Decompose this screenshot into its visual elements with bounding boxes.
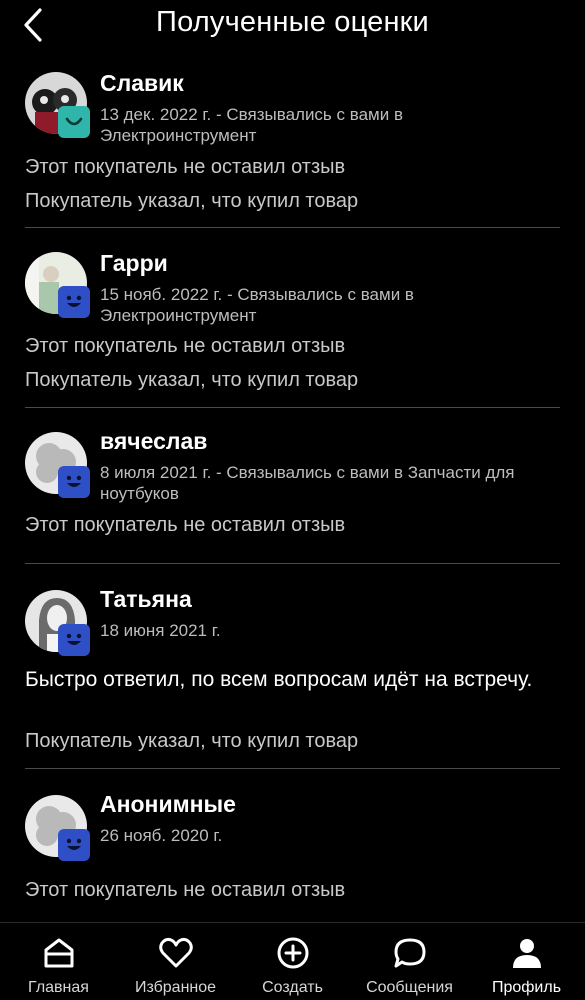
reviews-list: Славик 13 дек. 2022 г. - Связывались с в… xyxy=(0,52,585,924)
avatar[interactable] xyxy=(25,432,91,498)
avatar[interactable] xyxy=(25,72,91,138)
user-icon xyxy=(512,939,541,968)
reviewer-name[interactable]: вячеслав xyxy=(100,428,207,455)
reviewer-name[interactable]: Татьяна xyxy=(100,586,192,613)
smile-badge-icon xyxy=(58,829,90,861)
purchase-note: Покупатель указал, что купил товар xyxy=(25,730,359,752)
reviewer-name[interactable]: Анонимные xyxy=(100,791,236,818)
review-item[interactable]: Татьяна 18 июня 2021 г. Быстро ответил, … xyxy=(25,564,560,769)
review-meta: 13 дек. 2022 г. - Связывались с вами в Э… xyxy=(100,105,403,145)
no-review-text: Этот покупатель не оставил отзыв xyxy=(25,879,346,901)
smile-badge-icon xyxy=(58,286,90,318)
heart-icon xyxy=(158,937,193,968)
plus-circle-icon xyxy=(277,937,308,969)
avatar[interactable] xyxy=(25,795,91,861)
tab-favorites-label: Избранное xyxy=(134,979,217,996)
bottom-tab-bar: Главная Избранное Создать Сообщения Проф… xyxy=(0,922,585,1000)
chat-bubble-icon xyxy=(394,938,425,968)
home-icon xyxy=(44,938,73,968)
avatar[interactable] xyxy=(25,252,91,318)
review-item[interactable]: Анонимные 26 нояб. 2020 г. Этот покупате… xyxy=(25,769,560,924)
tab-home-label: Главная xyxy=(28,979,89,996)
smile-badge-icon xyxy=(58,624,90,656)
smile-badge-icon xyxy=(58,106,90,138)
review-meta: 18 июня 2021 г. xyxy=(100,621,221,640)
tab-create[interactable]: Создать xyxy=(234,923,351,1000)
tab-favorites[interactable]: Избранное xyxy=(117,923,234,1000)
no-review-text: Этот покупатель не оставил отзыв xyxy=(25,156,346,178)
purchase-note: Покупатель указал, что купил товар xyxy=(25,190,359,212)
smile-badge-icon xyxy=(58,466,90,498)
review-meta: 15 нояб. 2022 г. - Связывались с вами в … xyxy=(100,285,414,325)
no-review-text: Этот покупатель не оставил отзыв xyxy=(25,514,346,536)
tab-profile-label: Профиль xyxy=(491,979,562,996)
review-item[interactable]: Гарри 15 нояб. 2022 г. - Связывались с в… xyxy=(25,228,560,408)
review-meta: 8 июля 2021 г. - Связывались с вами в За… xyxy=(100,463,515,503)
page-title: Полученные оценки xyxy=(156,6,429,38)
no-review-text: Этот покупатель не оставил отзыв xyxy=(25,335,346,357)
purchase-note: Покупатель указал, что купил товар xyxy=(25,369,359,391)
tab-messages-label: Сообщения xyxy=(366,979,453,996)
reviewer-name[interactable]: Славик xyxy=(100,70,184,97)
tab-profile[interactable]: Профиль xyxy=(468,923,585,1000)
review-meta: 26 нояб. 2020 г. xyxy=(100,826,223,845)
header: Полученные оценки xyxy=(0,0,585,52)
reviewer-name[interactable]: Гарри xyxy=(100,250,168,277)
review-comment: Быстро ответил, по всем вопросам идёт на… xyxy=(25,668,533,691)
tab-home[interactable]: Главная xyxy=(0,923,117,1000)
tab-create-label: Создать xyxy=(262,979,323,996)
review-item[interactable]: вячеслав 8 июля 2021 г. - Связывались с … xyxy=(25,408,560,564)
avatar[interactable] xyxy=(25,590,91,656)
review-item[interactable]: Славик 13 дек. 2022 г. - Связывались с в… xyxy=(25,52,560,228)
tab-messages[interactable]: Сообщения xyxy=(351,923,468,1000)
